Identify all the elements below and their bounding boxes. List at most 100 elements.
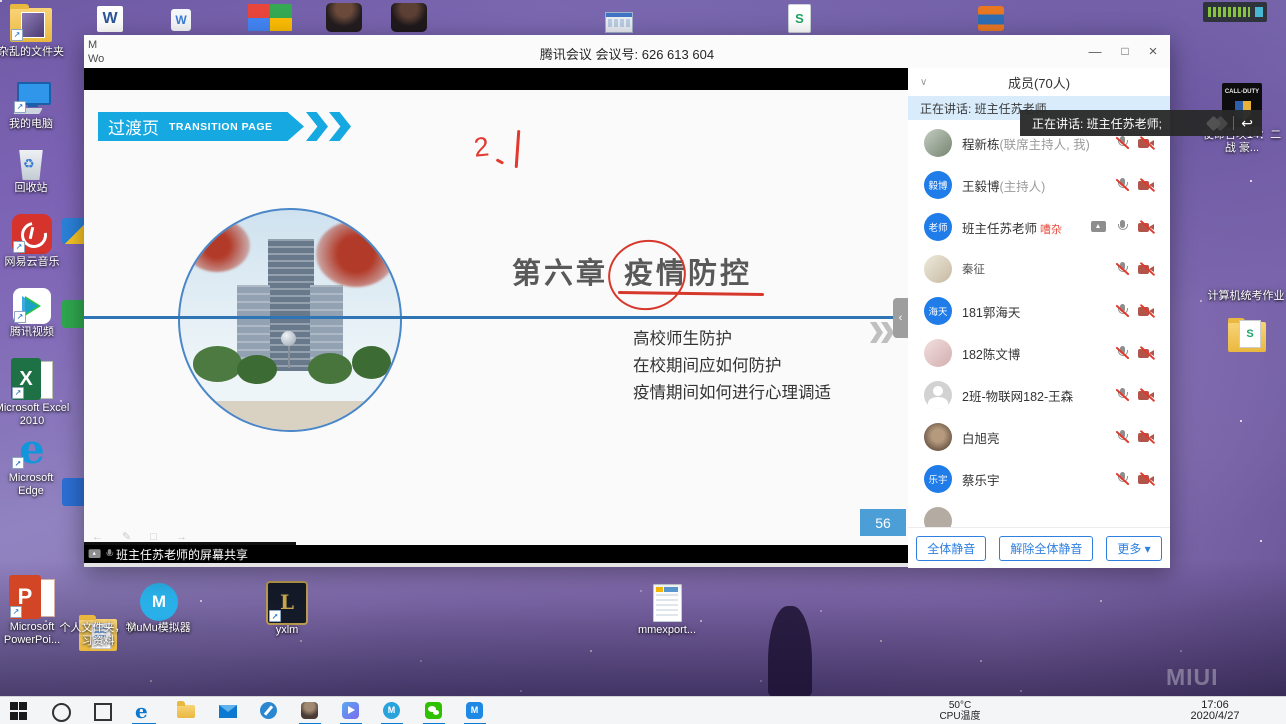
- netease-music-icon[interactable]: [12, 214, 52, 254]
- mic-muted-icon[interactable]: [1116, 261, 1129, 277]
- mmexport-file-icon[interactable]: [653, 584, 682, 622]
- yxlm-label[interactable]: yxlm: [255, 624, 319, 637]
- window-thumb-icon[interactable]: [605, 12, 633, 33]
- taskbar-mumu-icon[interactable]: M: [383, 702, 400, 719]
- mic-muted-icon[interactable]: [1116, 387, 1129, 403]
- tile-blue: [248, 18, 270, 32]
- divider-line: [84, 316, 895, 319]
- taskbar-game-icon[interactable]: [301, 702, 318, 719]
- tencent-video-label[interactable]: 腾讯视频: [0, 326, 68, 339]
- mic-on-icon[interactable]: [1116, 219, 1129, 235]
- members-header: ∨ 成员(70人): [908, 68, 1170, 97]
- more-button[interactable]: 更多 ▾: [1106, 536, 1161, 561]
- mic-muted-icon[interactable]: [1116, 345, 1129, 361]
- member-row[interactable]: 乐宇 蔡乐宇: [908, 458, 1170, 500]
- mic-muted-icon[interactable]: [1116, 135, 1129, 151]
- avatar: [924, 129, 952, 157]
- hardware-monitor-widget[interactable]: [1203, 2, 1267, 22]
- clock[interactable]: 17:06 2020/4/27: [1184, 700, 1246, 722]
- ppt-p: P: [9, 575, 41, 619]
- messy-folder-icon[interactable]: [10, 8, 52, 42]
- my-computer-icon[interactable]: [13, 82, 51, 114]
- camera-off-icon[interactable]: [1138, 179, 1156, 192]
- window-titlebar[interactable]: 腾讯会议 会议号: 626 613 604 — □ ×: [84, 35, 1170, 68]
- collapse-chevron-icon[interactable]: ∨: [920, 77, 927, 88]
- camera-off-icon[interactable]: [1138, 305, 1156, 318]
- tencent-video-icon[interactable]: [13, 288, 51, 324]
- wechat-bubble-2: [433, 710, 439, 715]
- member-row[interactable]: 海天 181郭海天: [908, 290, 1170, 332]
- minimize-button[interactable]: —: [1080, 35, 1110, 68]
- mic-muted-icon[interactable]: [1116, 303, 1129, 319]
- camera-off-icon[interactable]: [1138, 137, 1156, 150]
- mic-muted-icon[interactable]: [1116, 471, 1129, 487]
- avatar: 老师: [924, 213, 952, 241]
- panel-footer: 全体静音 解除全体静音 更多 ▾: [908, 527, 1170, 568]
- camera-off-icon[interactable]: [1138, 221, 1156, 234]
- powerpoint-icon[interactable]: P: [9, 575, 55, 619]
- exam-folder-label[interactable]: 计算机统考作业: [1206, 290, 1286, 303]
- taskbar-wechat-icon[interactable]: [425, 702, 442, 719]
- mute-all-button[interactable]: 全体静音: [916, 536, 986, 561]
- screen-sharing-icon[interactable]: [1091, 220, 1107, 234]
- taskbar-mumu2-icon[interactable]: M: [466, 702, 483, 719]
- thumb-content: [608, 19, 630, 27]
- camera-off-icon[interactable]: [1138, 347, 1156, 360]
- camera-off-icon[interactable]: [1138, 431, 1156, 444]
- tiles-app-icon[interactable]: [248, 4, 292, 31]
- game-icon-2[interactable]: [391, 3, 427, 32]
- mumu-emulator-icon[interactable]: M: [140, 583, 178, 621]
- camera-off-icon[interactable]: [1138, 263, 1156, 276]
- edge-label[interactable]: Microsoft Edge: [0, 472, 66, 498]
- cpu-temp[interactable]: 50°C CPU温度: [934, 700, 986, 722]
- banner-en: TRANSITION PAGE: [169, 121, 273, 133]
- word-doc-icon[interactable]: W: [97, 6, 123, 32]
- taskbar-settings-icon[interactable]: [260, 702, 277, 719]
- thumb-titlebar: [606, 13, 632, 17]
- recycle-bin-icon[interactable]: ♻: [15, 146, 47, 180]
- task-view-button[interactable]: [94, 703, 112, 721]
- start-button[interactable]: [10, 702, 28, 720]
- screen-share-view: 过渡页 TRANSITION PAGE 2: [84, 68, 908, 567]
- member-row[interactable]: 毅博 王毅博(主持人): [908, 164, 1170, 206]
- edge-icon[interactable]: e: [11, 430, 53, 470]
- my-computer-label[interactable]: 我的电脑: [0, 118, 66, 131]
- wallpaper-stars: [0, 0, 2, 2]
- tencent-meeting-window: 腾讯会议 会议号: 626 613 604 — □ × 过渡页 TRANSITI…: [84, 35, 1170, 567]
- maximize-button[interactable]: □: [1110, 35, 1140, 68]
- red-annotation-tick: [496, 158, 504, 164]
- recycle-bin-label[interactable]: 回收站: [0, 182, 66, 195]
- excel-icon[interactable]: X: [11, 358, 53, 400]
- taskbar-bili-icon[interactable]: [342, 702, 359, 719]
- exam-folder-icon[interactable]: S: [1228, 322, 1266, 352]
- cortana-button[interactable]: [52, 703, 71, 722]
- spreadsheet-file-icon[interactable]: S: [788, 4, 811, 33]
- taskbar-edge-icon[interactable]: e: [135, 702, 153, 720]
- game-icon-1[interactable]: [326, 3, 362, 32]
- mumu-emulator-label[interactable]: MuMu模拟器: [122, 622, 196, 635]
- mic-muted-icon[interactable]: [1116, 429, 1129, 445]
- speaking-tooltip-text: 正在讲话: 班主任苏老师;: [1032, 115, 1162, 132]
- taskbar-mail-icon[interactable]: [219, 705, 237, 718]
- camera-off-icon[interactable]: [1138, 389, 1156, 402]
- messy-folder-label[interactable]: 杂乱的文件夹: [0, 46, 70, 59]
- mic-muted-icon[interactable]: [1116, 177, 1129, 193]
- close-button[interactable]: ×: [1138, 35, 1168, 68]
- undo-arrow-icon[interactable]: ↩: [1241, 115, 1253, 132]
- member-row[interactable]: 秦征: [908, 248, 1170, 290]
- member-row[interactable]: 182陈文博: [908, 332, 1170, 374]
- member-row[interactable]: 老师 班主任苏老师嘈杂: [908, 206, 1170, 248]
- member-row-partial[interactable]: [908, 500, 1170, 527]
- taskbar-explorer-icon[interactable]: [177, 705, 195, 718]
- netease-music-label[interactable]: 网易云音乐: [0, 256, 70, 269]
- word-app-icon[interactable]: W: [171, 9, 191, 31]
- mmexport-label[interactable]: mmexport...: [630, 624, 704, 637]
- yxlm-lol-icon[interactable]: L: [266, 581, 308, 625]
- panel-collapse-handle[interactable]: ‹: [893, 298, 908, 338]
- excel-label[interactable]: Microsoft Excel 2010: [0, 402, 72, 428]
- member-row[interactable]: 2班-物联网182-王森: [908, 374, 1170, 416]
- unmute-all-button[interactable]: 解除全体静音: [999, 536, 1093, 561]
- archive-app-icon[interactable]: [978, 6, 1004, 31]
- camera-off-icon[interactable]: [1138, 473, 1156, 486]
- member-row[interactable]: 白旭亮: [908, 416, 1170, 458]
